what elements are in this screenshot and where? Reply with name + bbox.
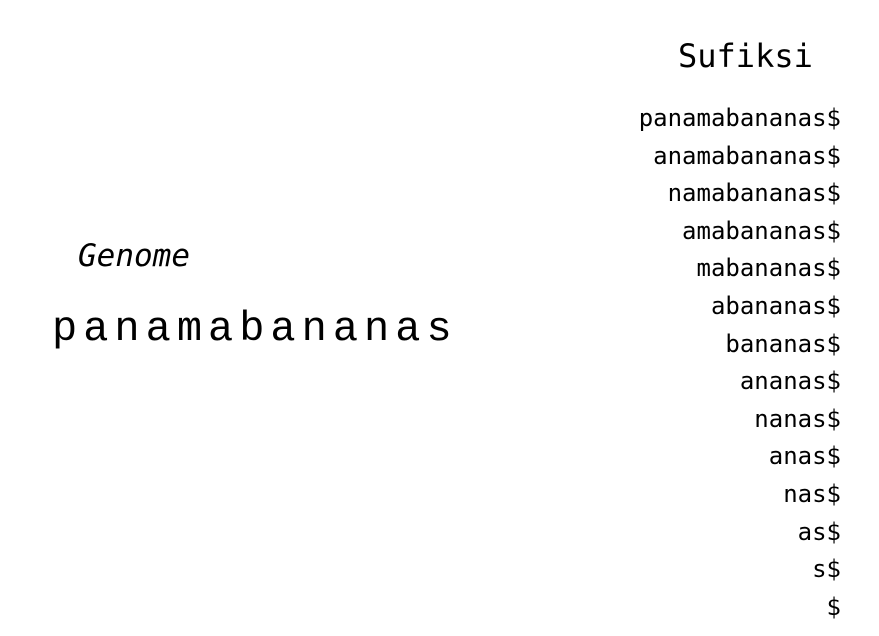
genome-sequence: panamabananas: [52, 305, 458, 353]
suffix-item: mabananas$: [696, 254, 842, 283]
suffix-item: s$: [812, 555, 841, 584]
suffix-list: panamabananas$ anamabananas$ namabananas…: [639, 100, 841, 626]
suffix-item: panamabananas$: [638, 104, 841, 132]
suffix-item: anas$: [768, 442, 841, 471]
suffix-item: bananas$: [725, 329, 841, 358]
suffix-item: abananas$: [710, 291, 841, 320]
suffix-item: nas$: [783, 479, 841, 508]
suffix-item: $: [826, 592, 841, 621]
genome-label: Genome: [78, 238, 190, 274]
suffix-item: anamabananas$: [653, 141, 841, 170]
suffix-item: namabananas$: [667, 179, 841, 208]
suffix-item: amabananas$: [682, 216, 841, 245]
suffixes-title: Sufiksi: [678, 37, 813, 75]
suffix-item: ananas$: [739, 367, 841, 396]
suffix-item: nanas$: [754, 404, 841, 433]
suffix-item: as$: [797, 517, 841, 546]
